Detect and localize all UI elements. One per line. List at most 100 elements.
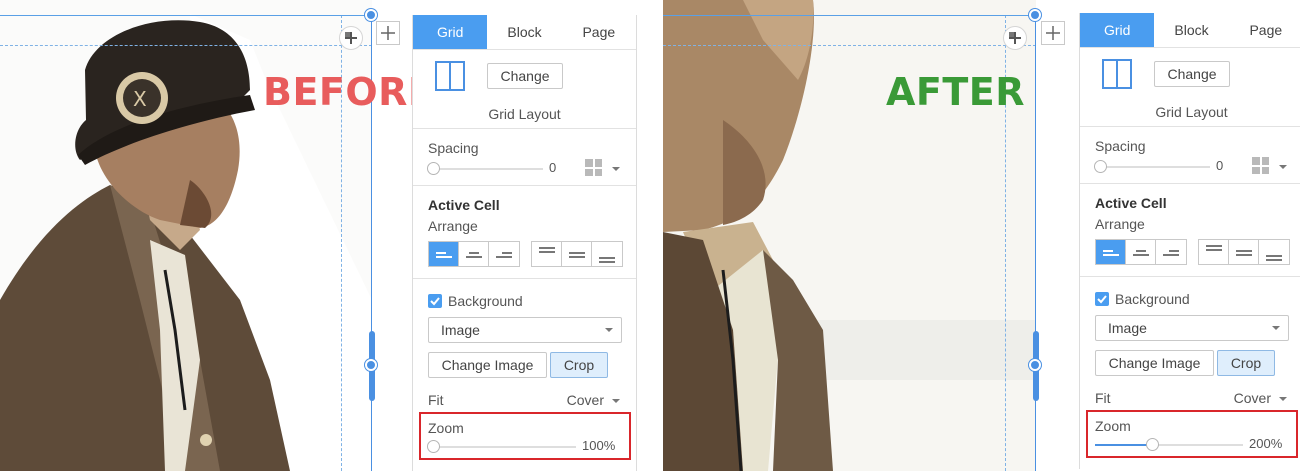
settings-panel: Grid Block Page Change Grid Layout Spaci… [1079,13,1300,469]
chevron-down-icon [605,328,613,332]
grid-layout-section: Change Grid Layout [1080,48,1300,127]
spacing-slider-track[interactable] [1095,166,1210,168]
panel-tabs: Grid Block Page [1080,13,1300,48]
four-squares-icon[interactable] [585,159,602,176]
resize-handle-middle[interactable] [1029,359,1041,371]
crop-button[interactable]: Crop [1217,350,1275,376]
horizontal-align-group [1095,239,1187,265]
background-type-select[interactable]: Image [428,317,622,343]
align-left-button[interactable] [1096,240,1126,264]
vertical-align-group [1198,239,1290,265]
background-type-value: Image [441,322,480,338]
active-cell-title: Active Cell [428,197,500,213]
chevron-down-icon[interactable] [1279,397,1287,401]
zoom-slider-track[interactable] [428,446,576,448]
crop-button[interactable]: Crop [550,352,608,378]
align-right-button[interactable] [489,242,519,266]
spacing-section: Spacing 0 [1080,127,1300,184]
tab-grid[interactable]: Grid [1080,13,1155,47]
chevron-down-icon[interactable] [612,399,620,403]
active-cell-title: Active Cell [1095,195,1167,211]
fit-select[interactable]: Cover [567,392,604,408]
change-image-button[interactable]: Change Image [1095,350,1214,376]
cell-frame-top [0,15,372,16]
move-icon[interactable] [1003,26,1027,50]
zoom-slider-thumb[interactable] [1146,438,1159,451]
grid-layout-section: Change Grid Layout [413,50,636,129]
background-type-value: Image [1108,320,1147,336]
tab-page[interactable]: Page [562,15,636,49]
tab-grid[interactable]: Grid [413,15,488,49]
svg-text:X: X [133,87,147,111]
plus-icon[interactable] [1041,21,1065,45]
vertical-align-group [531,241,623,267]
align-center-button[interactable] [459,242,489,266]
align-center-button[interactable] [1126,240,1156,264]
background-section: Background Image Change Image Crop Fit C… [1080,277,1300,468]
spacing-label: Spacing [428,140,479,156]
guide-line-horizontal [663,45,1036,46]
before-screenshot: X BEFORE Grid Block Page Change Grid Lay… [0,0,640,471]
before-label: BEFORE [263,70,435,114]
align-top-button[interactable] [1199,240,1229,264]
active-cell-section: Active Cell Arrange [1080,184,1300,277]
resize-handle-middle[interactable] [365,359,377,371]
resize-handle-top[interactable] [1029,9,1041,21]
zoom-label: Zoom [1095,418,1131,434]
arrange-label: Arrange [428,218,478,234]
background-checkbox[interactable] [1095,292,1109,306]
cell-frame-top [663,15,1036,16]
fit-label: Fit [428,392,444,408]
fit-select[interactable]: Cover [1234,390,1271,406]
spacing-section: Spacing 0 [413,129,636,186]
tab-page[interactable]: Page [1229,13,1300,47]
spacing-label: Spacing [1095,138,1146,154]
chevron-down-icon[interactable] [1279,165,1287,169]
tab-block[interactable]: Block [487,15,561,49]
two-column-layout-icon [1102,59,1132,89]
change-layout-button[interactable]: Change [1154,61,1230,87]
change-layout-button[interactable]: Change [487,63,563,89]
guide-line-horizontal [0,45,372,46]
cell-frame-right [1035,15,1036,471]
fit-label: Fit [1095,390,1111,406]
align-top-button[interactable] [532,242,562,266]
zoom-value: 100% [582,438,616,453]
after-label: AFTER [886,70,1026,114]
grid-layout-label: Grid Layout [1155,104,1228,120]
change-image-button[interactable]: Change Image [428,352,547,378]
align-left-button[interactable] [429,242,459,266]
four-squares-icon[interactable] [1252,157,1269,174]
spacing-value: 0 [1216,158,1224,173]
chevron-down-icon [1272,326,1280,330]
spacing-slider-thumb[interactable] [427,162,440,175]
background-label: Background [1115,291,1190,307]
background-checkbox[interactable] [428,294,442,308]
horizontal-align-group [428,241,520,267]
arrange-label: Arrange [1095,216,1145,232]
spacing-slider-thumb[interactable] [1094,160,1107,173]
chevron-down-icon[interactable] [612,167,620,171]
move-icon[interactable] [339,26,363,50]
settings-panel: Grid Block Page Change Grid Layout Spaci… [412,15,637,471]
align-right-button[interactable] [1156,240,1186,264]
spacing-value: 0 [549,160,557,175]
spacing-slider-track[interactable] [428,168,543,170]
align-bottom-button[interactable] [592,242,622,266]
background-label: Background [448,293,523,309]
grid-layout-label: Grid Layout [488,106,561,122]
align-middle-button[interactable] [1229,240,1259,264]
zoom-value: 200% [1249,436,1283,451]
tab-block[interactable]: Block [1154,13,1228,47]
zoom-slider-thumb[interactable] [427,440,440,453]
background-type-select[interactable]: Image [1095,315,1289,341]
align-middle-button[interactable] [562,242,592,266]
resize-handle-top[interactable] [365,9,377,21]
align-bottom-button[interactable] [1259,240,1289,264]
zoom-slider-fill [1095,444,1147,446]
plus-icon[interactable] [376,21,400,45]
two-column-layout-icon [435,61,465,91]
after-screenshot: AFTER Grid Block Page Change Grid Layout… [663,0,1300,471]
background-section: Background Image Change Image Crop Fit C… [413,279,636,470]
active-cell-section: Active Cell Arrange [413,186,636,279]
